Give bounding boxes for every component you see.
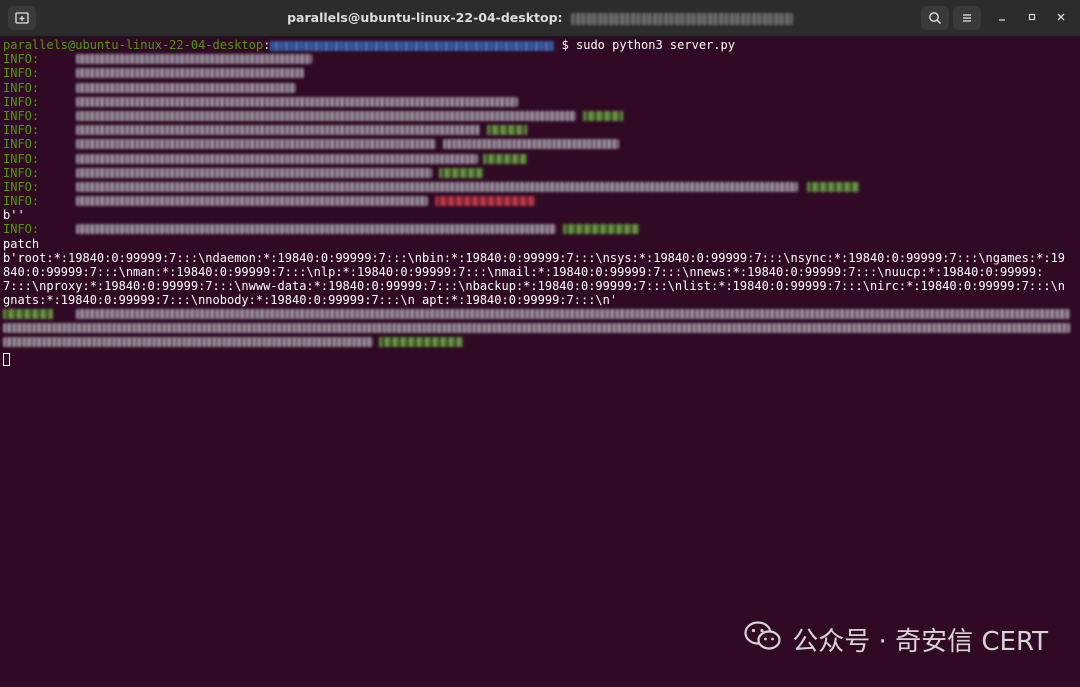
info-label: INFO: bbox=[3, 179, 40, 194]
watermark: 公众号 · 奇安信 CERT bbox=[744, 620, 1048, 659]
cursor-line bbox=[3, 352, 1080, 366]
prompt-colon: : bbox=[263, 38, 271, 52]
minimize-icon bbox=[997, 12, 1007, 25]
redacted-status bbox=[483, 153, 527, 164]
maximize-icon bbox=[1027, 12, 1037, 25]
redacted-status bbox=[439, 167, 483, 178]
redacted-log bbox=[76, 82, 296, 93]
redacted-status bbox=[563, 224, 639, 235]
redacted-log bbox=[3, 322, 1070, 333]
info-log-line: INFO: bbox=[3, 166, 1080, 180]
info-log-line: INFO: bbox=[3, 66, 1080, 80]
command-prompt-line: parallels@ubuntu-linux-22-04-desktop: $ … bbox=[3, 38, 1080, 52]
info-label: INFO: bbox=[3, 94, 40, 109]
redacted-log bbox=[76, 224, 556, 235]
info-log-line: INFO: bbox=[3, 95, 1080, 109]
search-button[interactable] bbox=[921, 6, 949, 30]
redacted-status bbox=[583, 110, 623, 121]
redacted-prompt-path bbox=[270, 40, 555, 51]
info-label: INFO: bbox=[3, 137, 40, 152]
menu-button[interactable] bbox=[953, 6, 981, 30]
redacted-log bbox=[76, 110, 576, 121]
redacted-path bbox=[570, 12, 793, 25]
info-label: INFO: bbox=[3, 151, 40, 166]
search-icon bbox=[928, 11, 942, 25]
window-title: parallels@ubuntu-linux-22-04-desktop: bbox=[0, 10, 1080, 25]
info-log-line: INFO: bbox=[3, 152, 1080, 166]
redacted-log bbox=[443, 139, 619, 150]
info-log-line: INFO: bbox=[3, 109, 1080, 123]
info-label: INFO: bbox=[3, 66, 40, 81]
redacted-log bbox=[76, 196, 428, 207]
maximize-button[interactable] bbox=[1023, 9, 1041, 27]
prompt-command: $ sudo python3 server.py bbox=[561, 38, 735, 52]
patch-label-line: patch bbox=[3, 236, 40, 251]
redacted-log bbox=[76, 153, 478, 164]
shadow-file-dump: b'root:*:19840:0:99999:7:::\ndaemon:*:19… bbox=[3, 250, 1066, 308]
title-bar: parallels@ubuntu-linux-22-04-desktop: bbox=[0, 0, 1080, 37]
close-icon bbox=[1056, 12, 1066, 25]
info-label: INFO: bbox=[3, 194, 40, 209]
info-label: INFO: bbox=[3, 80, 40, 95]
info-log-line: INFO: bbox=[3, 194, 1080, 208]
redacted-error bbox=[435, 196, 535, 207]
terminal-cursor bbox=[3, 352, 10, 366]
info-log-line: INFO: bbox=[3, 180, 1080, 194]
info-label: INFO: bbox=[3, 123, 40, 138]
window-title-text: parallels@ubuntu-linux-22-04-desktop: bbox=[287, 10, 567, 25]
hamburger-menu-icon bbox=[960, 11, 974, 25]
info-log-line: INFO: bbox=[3, 137, 1080, 151]
redacted-log bbox=[76, 125, 480, 136]
info-log-line: INFO: bbox=[3, 81, 1080, 95]
redacted-log bbox=[76, 139, 436, 150]
redacted-log bbox=[3, 336, 373, 347]
info-log-line: INFO: bbox=[3, 123, 1080, 137]
close-button[interactable] bbox=[1052, 9, 1070, 27]
redacted-status bbox=[487, 125, 527, 136]
redacted-log bbox=[76, 181, 798, 192]
redacted-status bbox=[379, 336, 463, 347]
redacted-status bbox=[807, 181, 859, 192]
redacted-status bbox=[3, 308, 53, 319]
info-label: INFO: bbox=[3, 222, 40, 237]
minimize-button[interactable] bbox=[993, 9, 1011, 27]
info-label: INFO: bbox=[3, 165, 40, 180]
redacted-log bbox=[76, 308, 1070, 319]
redacted-log bbox=[76, 96, 518, 107]
redacted-output-block bbox=[3, 308, 1071, 352]
wechat-icon bbox=[744, 620, 782, 659]
info-label: INFO: bbox=[3, 108, 40, 123]
info-log-line: INFO: bbox=[3, 222, 1080, 236]
watermark-text: 公众号 · 奇安信 CERT bbox=[792, 627, 1048, 657]
prompt-user: parallels@ubuntu-linux-22-04-desktop bbox=[3, 38, 264, 52]
info-log-line: INFO: bbox=[3, 52, 1080, 66]
redacted-log bbox=[76, 54, 312, 65]
redacted-log bbox=[76, 167, 432, 178]
terminal-output[interactable]: parallels@ubuntu-linux-22-04-desktop: $ … bbox=[3, 38, 1080, 687]
info-label: INFO: bbox=[3, 52, 40, 67]
bytes-empty-line: b'' bbox=[3, 208, 25, 223]
redacted-log bbox=[76, 68, 304, 79]
